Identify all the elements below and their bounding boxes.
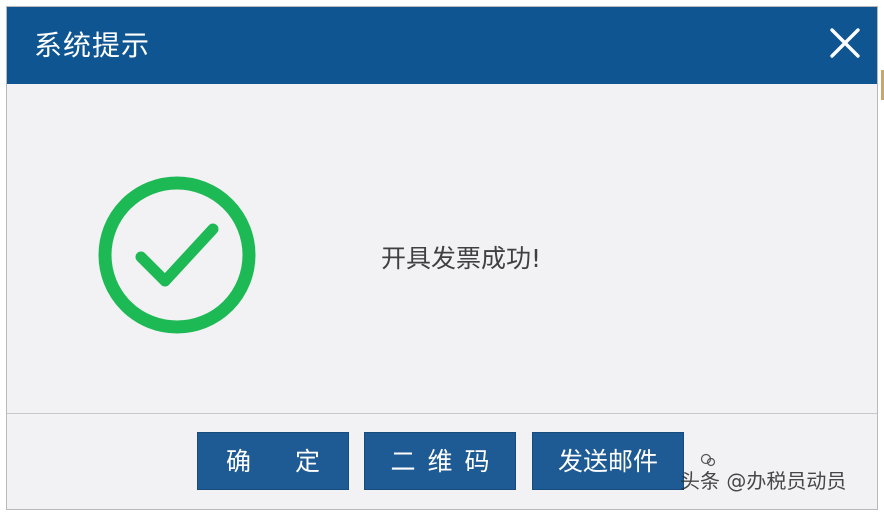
qrcode-button[interactable]: 二维码 bbox=[364, 432, 516, 490]
page: 系统提示 开具发票成功! 确 定 二维码 发送邮件 头条 @办税员动员 bbox=[0, 0, 884, 514]
success-message: 开具发票成功! bbox=[381, 244, 542, 273]
watermark-text: 头条 @办税员动员 bbox=[680, 469, 847, 493]
footer-divider bbox=[7, 413, 877, 414]
watermark-logo-icon bbox=[700, 453, 716, 467]
close-icon bbox=[830, 28, 860, 58]
system-prompt-dialog: 系统提示 开具发票成功! 确 定 二维码 发送邮件 bbox=[6, 6, 878, 510]
check-circle-icon bbox=[95, 173, 259, 337]
send-email-button[interactable]: 发送邮件 bbox=[532, 432, 684, 490]
dialog-title: 系统提示 bbox=[34, 29, 151, 62]
close-button[interactable] bbox=[827, 25, 863, 61]
confirm-button[interactable]: 确 定 bbox=[197, 432, 349, 490]
dialog-titlebar: 系统提示 bbox=[7, 7, 877, 84]
